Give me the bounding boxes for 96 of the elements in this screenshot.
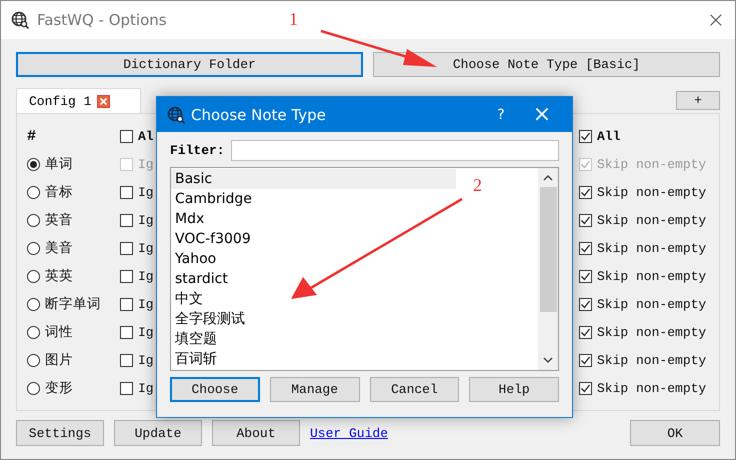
list-item[interactable]: Basic (171, 169, 456, 189)
field-label: 词性 (45, 323, 73, 341)
globe-icon (167, 106, 185, 124)
checkbox-label: Skip non-empty (597, 380, 706, 396)
list-item[interactable]: Yahoo (171, 249, 456, 269)
field-label: 音标 (45, 183, 73, 201)
dialog-button[interactable]: Manage (270, 377, 360, 402)
chevron-down-icon[interactable] (543, 355, 553, 365)
radio-button[interactable] (27, 298, 40, 310)
tab-label: Config 1 (29, 94, 92, 108)
checkbox-label: Ig (138, 296, 154, 312)
radio-button[interactable] (27, 186, 40, 198)
close-tab-icon[interactable] (97, 94, 110, 108)
scrollbar[interactable] (538, 168, 558, 370)
checkbox-label: Ig (138, 240, 154, 256)
field-label: 断字单词 (45, 295, 101, 313)
checkbox-label: Ig (138, 156, 154, 172)
list-item[interactable]: VOC-f3009 (171, 229, 456, 249)
checkbox-label: Skip non-empty (597, 352, 706, 368)
close-button[interactable]: × (706, 8, 725, 32)
checkbox-label: Ig (138, 352, 154, 368)
field-label: 英音 (45, 211, 73, 229)
list-item[interactable]: Cambridge (171, 189, 456, 209)
checkbox[interactable] (120, 270, 133, 282)
field-label: 变形 (45, 379, 73, 397)
footer-button[interactable]: Settings (16, 420, 104, 446)
checkbox[interactable] (120, 354, 133, 366)
checkbox[interactable] (579, 326, 592, 338)
globe-icon (11, 11, 29, 29)
dialog-button[interactable]: Choose (170, 377, 260, 402)
checkbox-label: Skip non-empty (597, 156, 706, 172)
checkbox-label: Skip non-empty (597, 268, 706, 284)
list-item[interactable]: 百词斩 (171, 349, 456, 369)
field-label: 英英 (45, 267, 73, 285)
checkbox[interactable] (579, 298, 592, 310)
field-label: 美音 (45, 239, 73, 257)
checkbox[interactable] (120, 298, 133, 310)
checkbox[interactable] (120, 214, 133, 226)
close-button[interactable]: × (522, 102, 562, 127)
checkbox[interactable] (120, 326, 133, 338)
user-guide-link[interactable]: User Guide (310, 426, 388, 440)
checkbox-label: Skip non-empty (597, 212, 706, 228)
filter-field[interactable] (230, 140, 559, 161)
chevron-up-icon[interactable] (543, 173, 553, 183)
checkbox[interactable] (120, 382, 133, 394)
checkbox[interactable] (579, 214, 592, 226)
column-header: # (27, 128, 36, 144)
add-tab-button[interactable]: + (676, 91, 720, 110)
top-button[interactable]: Choose Note Type [Basic] (373, 52, 720, 77)
radio-button[interactable] (27, 326, 40, 338)
radio-button[interactable] (27, 242, 40, 254)
list-item[interactable]: stardict (171, 269, 456, 289)
dialog-title: Choose Note Type (191, 106, 327, 124)
checkbox[interactable] (579, 130, 592, 142)
checkbox-label: Ig (138, 380, 154, 396)
radio-button[interactable] (27, 382, 40, 394)
checkbox[interactable] (579, 270, 592, 282)
checkbox-label: Skip non-empty (597, 296, 706, 312)
checkbox[interactable] (120, 130, 133, 142)
ok-button[interactable]: OK (630, 420, 720, 446)
checkbox[interactable] (120, 186, 133, 198)
footer-button[interactable]: About (212, 420, 300, 446)
checkbox-label: Ig (138, 324, 154, 340)
checkbox-label: Ig (138, 212, 154, 228)
checkbox-label: Skip non-empty (597, 240, 706, 256)
checkbox-label: Skip non-empty (597, 324, 706, 340)
annotation-number: 1 (289, 9, 298, 30)
checkbox-label: Ig (138, 268, 154, 284)
checkbox-label: Ig (138, 184, 154, 200)
list-item[interactable]: 全字段测试 (171, 309, 456, 329)
window-title: FastWQ - Options (37, 11, 167, 29)
field-label: 单词 (45, 155, 73, 173)
checkbox[interactable] (120, 242, 133, 254)
checkbox[interactable] (579, 186, 592, 198)
config-tab[interactable]: Config 1 (16, 88, 141, 113)
footer-button[interactable]: Update (114, 420, 202, 446)
annotation-number: 2 (473, 175, 482, 196)
filter-label: Filter: (170, 143, 225, 158)
radio-button[interactable] (27, 354, 40, 366)
radio-button[interactable] (27, 214, 40, 226)
checkbox-label: All (597, 128, 620, 144)
radio-button[interactable] (27, 158, 40, 170)
help-button[interactable]: ? (486, 106, 516, 122)
checkbox[interactable] (579, 382, 592, 394)
checkbox[interactable] (579, 242, 592, 254)
checkbox-label: Al (138, 128, 154, 144)
checkbox-label: Skip non-empty (597, 184, 706, 200)
list-item[interactable]: 填空题 (171, 329, 456, 349)
field-label: 图片 (45, 351, 73, 369)
dialog-button[interactable]: Help (469, 377, 559, 402)
top-button[interactable]: Dictionary Folder (16, 52, 363, 77)
list-item[interactable]: 中文 (171, 289, 456, 309)
list-item[interactable]: Mdx (171, 209, 456, 229)
checkbox[interactable] (579, 354, 592, 366)
radio-button[interactable] (27, 270, 40, 282)
dialog-button[interactable]: Cancel (370, 377, 460, 402)
